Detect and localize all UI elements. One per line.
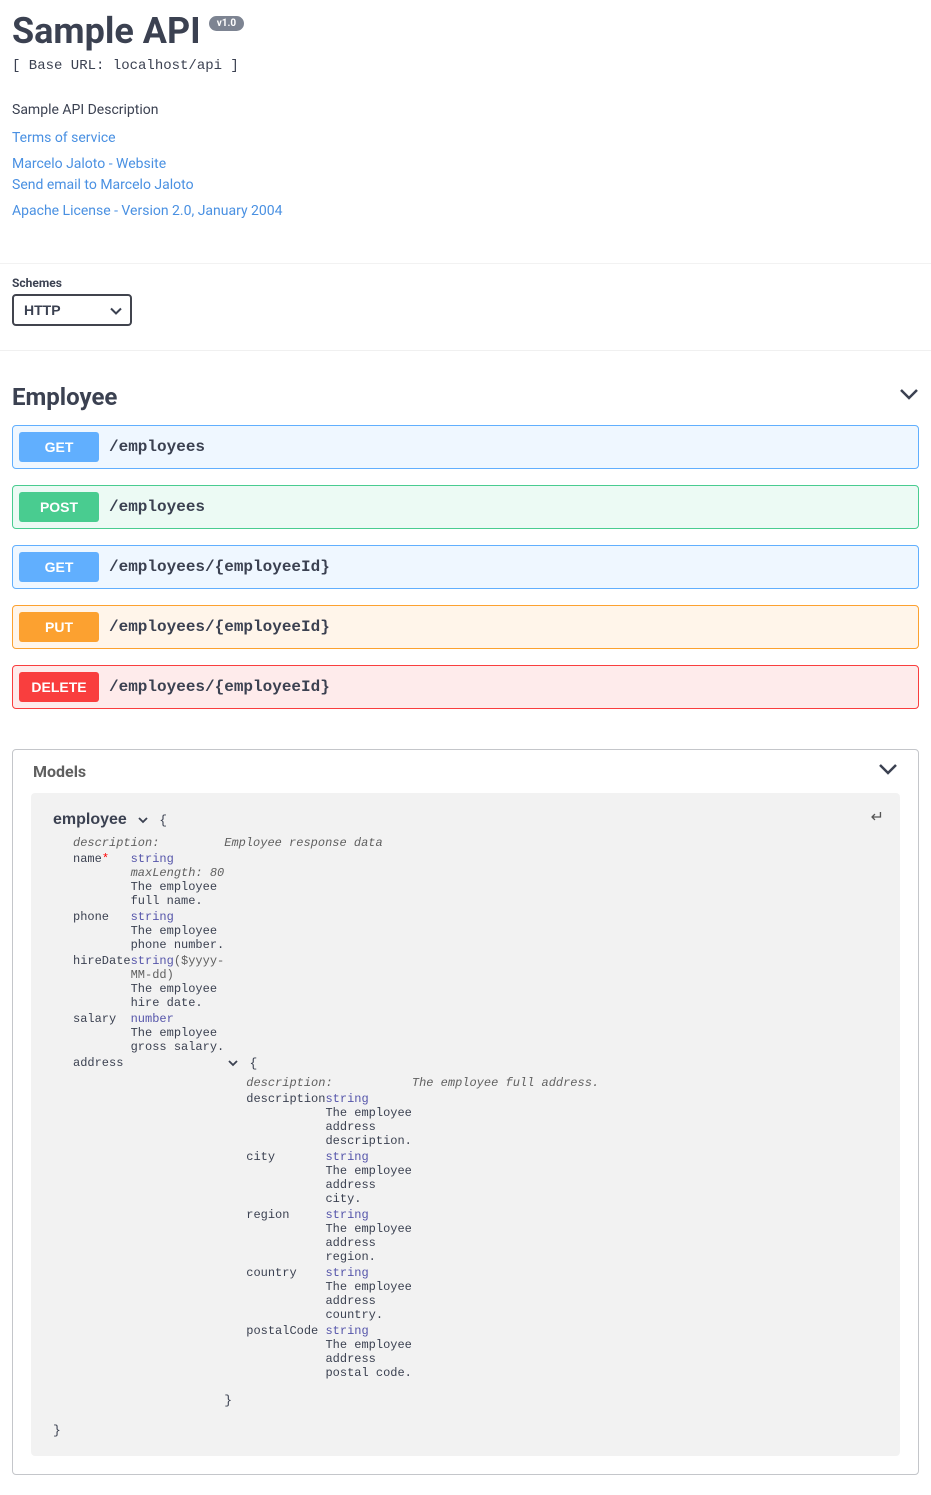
prop-type: string xyxy=(131,954,174,968)
operation-post-employees[interactable]: POST/employees xyxy=(12,485,919,529)
operation-path: /employees/{employeeId} xyxy=(109,678,330,696)
prop-name: region xyxy=(246,1207,325,1265)
chevron-down-icon[interactable] xyxy=(228,1060,238,1071)
method-badge: PUT xyxy=(19,612,99,642)
prop-value: stringThe employee phone number. xyxy=(131,909,225,953)
chevron-down-icon xyxy=(878,762,898,781)
chevron-down-icon[interactable] xyxy=(138,817,148,828)
model-name: employee xyxy=(53,811,127,829)
models-toggle[interactable]: Models xyxy=(13,750,918,793)
schemes-label: Schemes xyxy=(12,276,919,290)
operation-path: /employees xyxy=(109,438,205,456)
prop-description: The employee hire date. xyxy=(131,982,225,1010)
prop-value: numberThe employee gross salary. xyxy=(131,1011,225,1055)
version-badge: v1.0 xyxy=(209,16,244,31)
base-url: [ Base URL: localhost/api ] xyxy=(12,58,919,74)
prop-name-address: address xyxy=(73,1055,224,1409)
address-description-value: The employee full address. xyxy=(412,1075,599,1091)
prop-value: stringThe employee address country. xyxy=(325,1265,411,1323)
method-badge: POST xyxy=(19,492,99,522)
prop-name: description xyxy=(246,1091,325,1149)
terms-link[interactable]: Terms of service xyxy=(12,128,919,150)
prop-description: The employee phone number. xyxy=(131,924,225,952)
method-badge: GET xyxy=(19,432,99,462)
prop-name: salary xyxy=(73,1011,131,1055)
prop-name: city xyxy=(246,1149,325,1207)
prop-type: string xyxy=(325,1092,368,1106)
operation-put-employees--employeeId-[interactable]: PUT/employees/{employeeId} xyxy=(12,605,919,649)
prop-name: postalCode xyxy=(246,1323,325,1381)
close-brace: } xyxy=(53,1423,61,1438)
prop-name: name* xyxy=(73,851,131,909)
operation-path: /employees xyxy=(109,498,205,516)
prop-value: stringmaxLength: 80The employee full nam… xyxy=(131,851,225,909)
api-title: Sample API xyxy=(12,10,201,52)
scheme-select[interactable]: HTTP xyxy=(12,294,132,326)
prop-description: The employee full name. xyxy=(131,880,225,908)
operation-path: /employees/{employeeId} xyxy=(109,618,330,636)
prop-name: country xyxy=(246,1265,325,1323)
prop-type: string xyxy=(325,1208,368,1222)
method-badge: DELETE xyxy=(19,672,99,702)
contact-website-link[interactable]: Marcelo Jaloto - Website xyxy=(12,154,919,176)
address-description-label: description: xyxy=(246,1075,412,1091)
prop-value: string($yyyy-MM-dd)The employee hire dat… xyxy=(131,953,225,1011)
open-brace: { xyxy=(159,813,167,828)
prop-type: string xyxy=(131,852,174,866)
prop-description: The employee address city. xyxy=(325,1164,411,1206)
chevron-down-icon xyxy=(899,387,919,406)
prop-value: stringThe employee address postal code. xyxy=(325,1323,411,1381)
model-description-label: description: xyxy=(73,835,224,851)
prop-name: phone xyxy=(73,909,131,953)
prop-type: number xyxy=(131,1012,174,1026)
close-brace: } xyxy=(224,1393,232,1408)
prop-type: string xyxy=(325,1324,368,1338)
prop-description: The employee address postal code. xyxy=(325,1338,411,1380)
operation-path: /employees/{employeeId} xyxy=(109,558,330,576)
prop-name: hireDate xyxy=(73,953,131,1011)
prop-constraint: maxLength: 80 xyxy=(131,866,225,880)
tag-name: Employee xyxy=(12,383,117,411)
prop-description: The employee address region. xyxy=(325,1222,411,1264)
model-description-value: Employee response data xyxy=(224,835,599,851)
operation-get-employees[interactable]: GET/employees xyxy=(12,425,919,469)
operation-get-employees--employeeId-[interactable]: GET/employees/{employeeId} xyxy=(12,545,919,589)
required-star: * xyxy=(102,852,109,866)
contact-email-link[interactable]: Send email to Marcelo Jaloto xyxy=(12,175,919,197)
open-brace: { xyxy=(249,1056,257,1071)
tag-toggle-employee[interactable]: Employee xyxy=(12,375,919,425)
prop-value: stringThe employee address description. xyxy=(325,1091,411,1149)
collapse-icon[interactable]: ↵ xyxy=(871,807,884,827)
operation-delete-employees--employeeId-[interactable]: DELETE/employees/{employeeId} xyxy=(12,665,919,709)
api-description: Sample API Description xyxy=(12,102,919,118)
prop-description: The employee address description. xyxy=(325,1106,411,1148)
license-link[interactable]: Apache License - Version 2.0, January 20… xyxy=(12,201,919,223)
prop-value: stringThe employee address region. xyxy=(325,1207,411,1265)
model-employee: ↵ employee { description: Employee respo… xyxy=(31,793,900,1456)
method-badge: GET xyxy=(19,552,99,582)
prop-description: The employee gross salary. xyxy=(131,1026,225,1054)
prop-type: string xyxy=(131,910,174,924)
models-header-label: Models xyxy=(33,762,86,781)
prop-description: The employee address country. xyxy=(325,1280,411,1322)
prop-type: string xyxy=(325,1266,368,1280)
prop-value: stringThe employee address city. xyxy=(325,1149,411,1207)
prop-type: string xyxy=(325,1150,368,1164)
